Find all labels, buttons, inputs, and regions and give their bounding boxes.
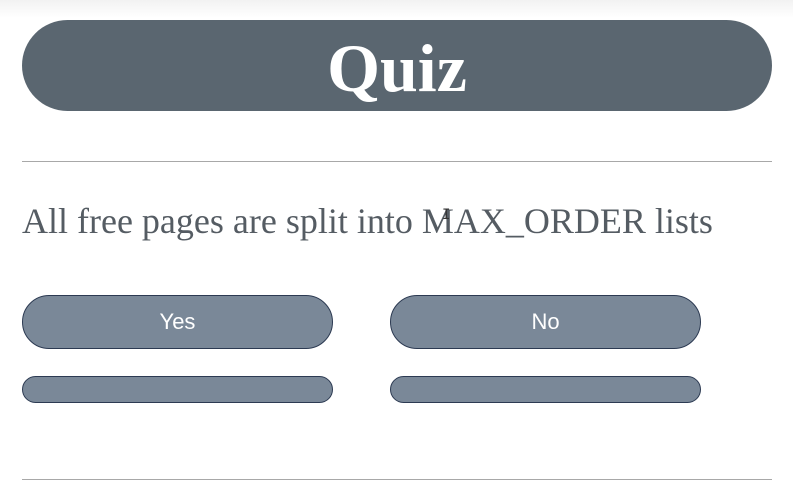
page-title: Quiz	[22, 20, 772, 111]
top-shadow	[0, 0, 793, 18]
divider-bottom	[22, 479, 772, 480]
text-cursor-icon: I	[442, 207, 451, 223]
feedback-bar-right	[390, 376, 701, 403]
answer-no-button[interactable]: No	[390, 295, 701, 349]
feedback-bar-left	[22, 376, 333, 403]
divider-top	[22, 161, 772, 162]
answer-yes-button[interactable]: Yes	[22, 295, 333, 349]
question-text: All free pages are split into MAX_ORDER …	[22, 201, 713, 241]
